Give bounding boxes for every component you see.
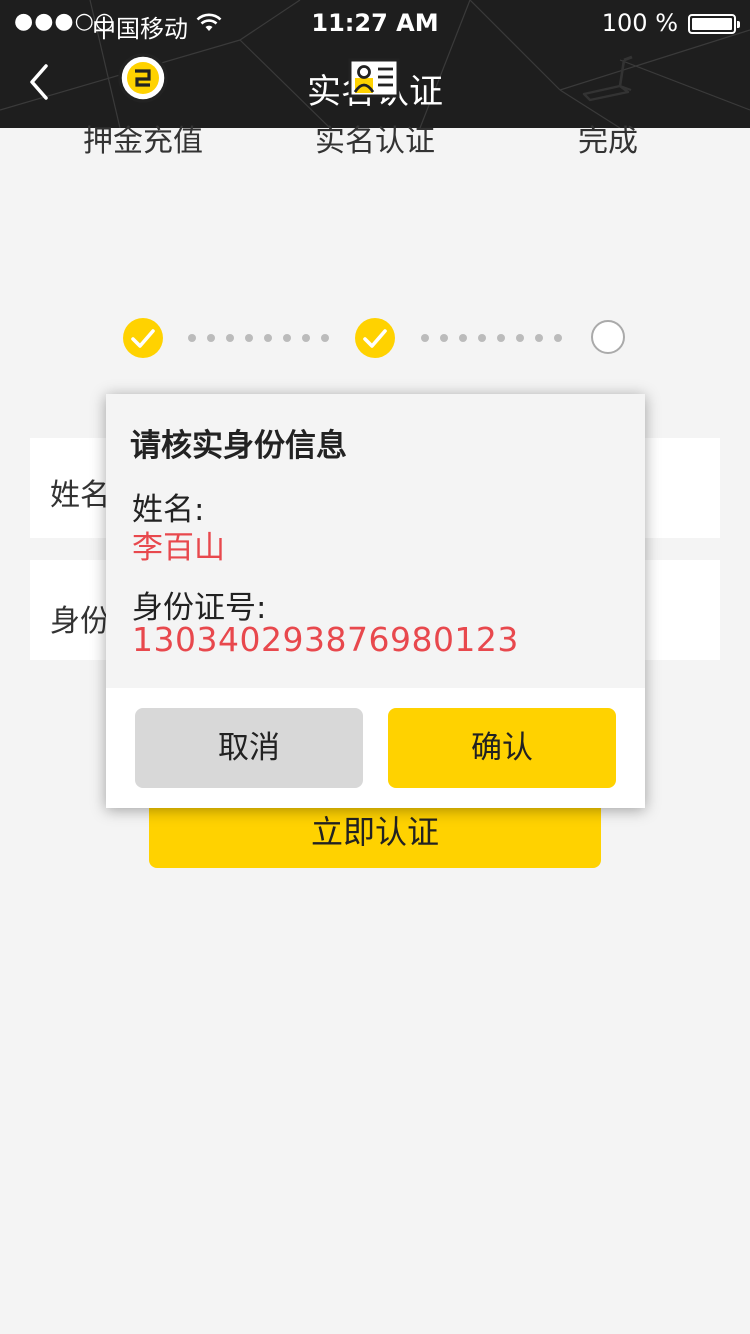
battery-percentage: 100 %: [601, 9, 678, 37]
progress-dots: [421, 334, 562, 342]
step-3-pending-circle: [591, 320, 625, 354]
coin-icon: [118, 53, 168, 103]
step-deposit: 押金充值: [43, 50, 243, 160]
step-label: 押金充值: [83, 124, 203, 159]
step-label: 完成: [578, 124, 638, 159]
name-field-label: 姓名: [50, 478, 110, 513]
dialog-id-value: 130340293876980123: [132, 620, 519, 659]
step-1-done-check: [123, 318, 163, 358]
dialog-footer: 取消 确认: [106, 688, 645, 808]
step-2-done-check: [355, 318, 395, 358]
treadmill-icon: [582, 55, 633, 102]
confirm-button[interactable]: 确认: [388, 708, 616, 788]
id-card-icon: [348, 58, 400, 98]
dialog-name-value: 李百山: [132, 530, 225, 566]
status-bar: ●●●○○ 中国移动 11:27 AM 100 %: [0, 0, 750, 48]
battery-icon: [688, 14, 740, 34]
step-verification: 实名认证: [275, 50, 475, 160]
dialog-title: 请核实身份信息: [130, 428, 347, 464]
step-label: 实名认证: [315, 124, 435, 159]
confirm-identity-dialog: 请核实身份信息 姓名: 李百山 身份证号: 130340293876980123…: [106, 394, 645, 808]
cancel-button[interactable]: 取消: [135, 708, 363, 788]
id-field-label: 身份: [50, 604, 110, 639]
step-complete: 完成: [508, 50, 708, 160]
dialog-body: 请核实身份信息 姓名: 李百山 身份证号: 130340293876980123: [106, 394, 645, 688]
check-icon: [363, 329, 387, 348]
check-icon: [131, 329, 155, 348]
progress-dots: [188, 334, 329, 342]
